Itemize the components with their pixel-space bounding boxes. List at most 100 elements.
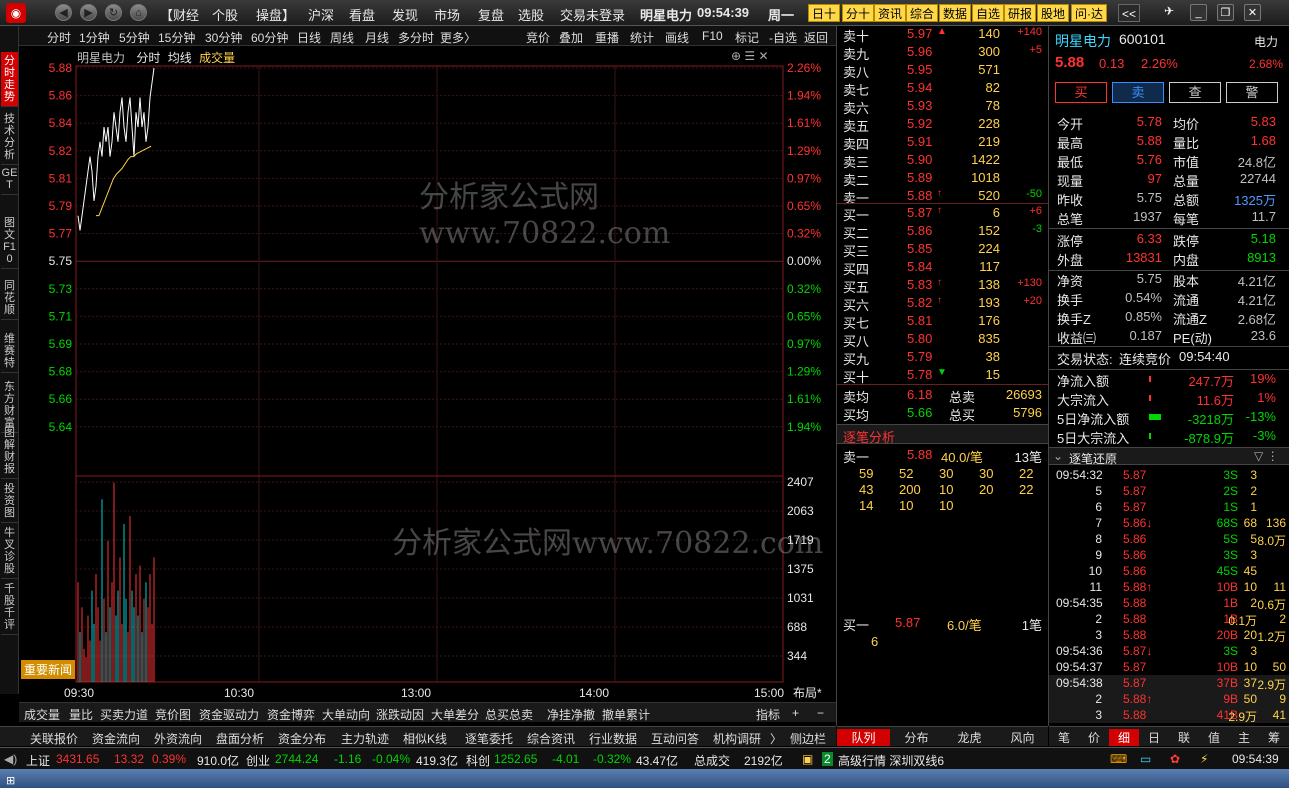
feed-name[interactable]: 高级行情 深圳双线6	[838, 752, 944, 769]
bird-icon[interactable]: ✈	[1164, 4, 1174, 18]
left-tab[interactable]: 千股千评	[1, 580, 18, 635]
bid-row[interactable]: 买九 5.79 38	[837, 348, 1048, 367]
toolbar-button[interactable]: 资讯	[874, 4, 907, 22]
indicator-tab[interactable]: 大单动向	[322, 706, 370, 723]
bid-row[interactable]: 买二 5.86 152 -3	[837, 222, 1048, 241]
bid-row[interactable]: 买五 5.83 ↑ 138 +130	[837, 276, 1048, 295]
ask-row[interactable]: 卖四 5.91 219	[837, 133, 1048, 152]
toolbar-button[interactable]: 综合	[906, 4, 939, 22]
tick-row[interactable]: 09:54:32 5.87 3S 3	[1049, 467, 1289, 483]
tick-row[interactable]: 3 5.88 41B 2.9万 41	[1049, 707, 1289, 724]
function-tab[interactable]: 行业数据	[589, 730, 637, 747]
indicator-tab[interactable]: 大单差分	[431, 706, 479, 723]
function-tab[interactable]: 综合资讯	[527, 730, 575, 747]
left-tab[interactable]: 图解财报	[1, 424, 18, 479]
toolbar-button[interactable]: 股地	[1037, 4, 1070, 22]
indicator-control[interactable]: +	[792, 706, 799, 720]
toolbar-button[interactable]: 日十	[808, 4, 841, 22]
book-tab[interactable]: 队列	[837, 729, 890, 746]
layout-button[interactable]: 布局*	[793, 686, 822, 700]
tick-row[interactable]: 7 5.86↓ 68S 68 136	[1049, 515, 1289, 531]
timeframe-tab[interactable]: 多分时	[398, 29, 434, 46]
chart-tool-button[interactable]: 竞价	[526, 29, 550, 46]
indicator-control[interactable]: −	[817, 706, 824, 720]
menu-item[interactable]: 操盘】	[256, 5, 295, 24]
tick-row[interactable]: 09:54:38 5.87 37B 37 2.9万	[1049, 675, 1289, 692]
menu-item[interactable]: 【财经	[160, 5, 199, 24]
gift-icon[interactable]: ✿	[1170, 752, 1180, 766]
timeframe-tab[interactable]: 分时	[47, 29, 71, 46]
bid-row[interactable]: 买十 5.78 ▼ 15	[837, 366, 1048, 385]
function-tab[interactable]: 盘面分析	[216, 730, 264, 747]
side-tab[interactable]: 值	[1199, 729, 1229, 746]
function-tab[interactable]: 机构调研	[713, 730, 761, 747]
indicator-tab[interactable]: 总买总卖	[485, 706, 533, 723]
side-tab[interactable]: 笔	[1049, 729, 1079, 746]
tick-row[interactable]: 10 5.86 45S 45	[1049, 563, 1289, 579]
keyboard-icon[interactable]: ⌨	[1110, 752, 1127, 766]
function-tab[interactable]: 侧边栏	[790, 730, 826, 747]
tick-row[interactable]: 2 5.88↑ 9B 50 9	[1049, 691, 1289, 707]
toolbar-button[interactable]: 数据	[939, 4, 972, 22]
collapse-icon[interactable]: ⌄	[1053, 449, 1063, 463]
query-button[interactable]: 查	[1169, 82, 1221, 103]
timeframe-tab[interactable]: 60分钟	[251, 29, 288, 46]
ask-row[interactable]: 卖二 5.89 1018	[837, 169, 1048, 188]
filter-icon[interactable]: ▽ ⋮	[1254, 449, 1279, 463]
side-tab[interactable]: 主	[1229, 729, 1259, 746]
side-tab[interactable]: 筹	[1259, 729, 1289, 746]
tick-row[interactable]: 9 5.86 3S 3	[1049, 547, 1289, 563]
home-button[interactable]: ⌂	[130, 4, 147, 21]
screen-icon[interactable]: ▭	[1140, 752, 1151, 766]
indicator-tab[interactable]: 竞价图	[155, 706, 191, 723]
function-tab[interactable]: 资金分布	[278, 730, 326, 747]
left-tab[interactable]: 技术分析	[1, 110, 18, 165]
left-tab[interactable]: 牛叉诊股	[1, 524, 18, 579]
lightning-icon[interactable]: ⚡	[1200, 752, 1208, 766]
chart-tool-button[interactable]: 返回	[804, 29, 828, 46]
indicator-tab[interactable]: 量比	[69, 706, 93, 723]
menu-item[interactable]: 选股	[518, 5, 544, 24]
timeframe-tab[interactable]: 周线	[330, 29, 354, 46]
bid-row[interactable]: 买三 5.85 224	[837, 240, 1048, 259]
tick-row[interactable]: 6 5.87 1S 1	[1049, 499, 1289, 515]
buy-button[interactable]: 买	[1055, 82, 1107, 103]
tick-row[interactable]: 5 5.87 2S 2	[1049, 483, 1289, 499]
book-tab[interactable]: 龙虎	[943, 729, 996, 746]
function-tab[interactable]: 关联报价	[30, 730, 78, 747]
bid-row[interactable]: 买四 5.84 117	[837, 258, 1048, 277]
function-tab[interactable]: 外资流向	[154, 730, 202, 747]
toolbar-button[interactable]: 自选	[972, 4, 1005, 22]
bid-row[interactable]: 买六 5.82 ↑ 193 +20	[837, 294, 1048, 313]
indicator-tab[interactable]: 买卖力道	[100, 706, 148, 723]
timeframe-tab[interactable]: 日线	[297, 29, 321, 46]
menu-item[interactable]: 看盘	[349, 5, 375, 24]
minimize-icon[interactable]: _	[1190, 4, 1207, 21]
intraday-chart[interactable]: 5.88 2.26% 5.86 1.94% 5.84 1.61% 5.82 1.29% 5.81…	[19, 46, 836, 706]
maximize-icon[interactable]: ❐	[1217, 4, 1234, 21]
lock-icon[interactable]: ▣	[802, 752, 813, 766]
indicator-tab[interactable]: 资金博弈	[267, 706, 315, 723]
function-tab[interactable]: 逐笔委托	[465, 730, 513, 747]
trade-status[interactable]: 交易未登录	[560, 5, 625, 24]
chart-canvas[interactable]: 5.88 2.26% 5.86 1.94% 5.84 1.61% 5.82 1.29% 5.81…	[19, 46, 836, 702]
chart-tool-button[interactable]: 叠加	[559, 29, 583, 46]
timeframe-tab[interactable]: 5分钟	[119, 29, 150, 46]
toolbar-button[interactable]: 研报	[1004, 4, 1037, 22]
left-tab[interactable]: 维赛特	[1, 330, 18, 373]
left-tab[interactable]: 图文F10	[1, 214, 18, 269]
timeframe-tab[interactable]: 30分钟	[205, 29, 242, 46]
refresh-button[interactable]: ↻	[105, 4, 122, 21]
cy-label[interactable]: 创业	[246, 752, 270, 769]
side-tab[interactable]: 细	[1109, 729, 1139, 746]
chart-tool-button[interactable]: F10	[702, 29, 723, 43]
indicator-tab[interactable]: 涨跌动因	[376, 706, 424, 723]
book-tab[interactable]: 分布	[890, 729, 943, 746]
news-button[interactable]: 重要新闻	[21, 660, 76, 679]
back-button[interactable]: ◀	[55, 4, 72, 21]
function-tab[interactable]: 〉	[770, 730, 782, 747]
menu-item[interactable]: 复盘	[478, 5, 504, 24]
timeframe-tab[interactable]: 15分钟	[158, 29, 195, 46]
bid-row[interactable]: 买七 5.81 176	[837, 312, 1048, 331]
book-tab[interactable]: 风向	[996, 729, 1049, 746]
